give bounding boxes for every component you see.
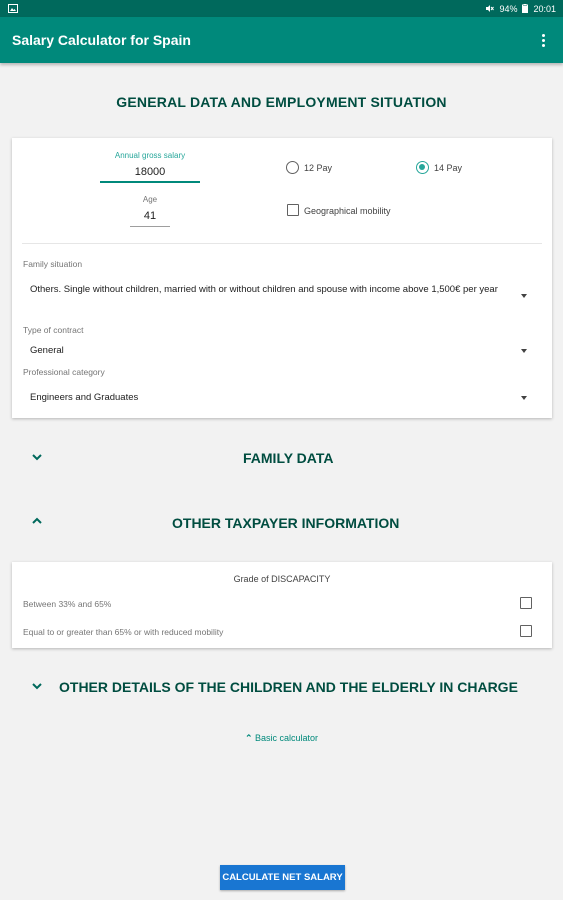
category-value: Engineers and Graduates	[30, 392, 139, 403]
basic-calculator-link[interactable]: ⌃ Basic calculator	[0, 733, 563, 744]
category-label: Professional category	[23, 367, 105, 377]
mobility-label: Geographical mobility	[304, 206, 391, 216]
basic-calculator-label: Basic calculator	[255, 733, 319, 743]
mute-icon	[485, 4, 495, 13]
age-underline	[130, 226, 170, 227]
salary-underline	[100, 181, 200, 183]
salary-input[interactable]: 18000	[100, 166, 200, 178]
general-section-title: GENERAL DATA AND EMPLOYMENT SITUATION	[116, 94, 447, 110]
card-divider	[22, 243, 542, 244]
family-situation-value: Others. Single without children, married…	[30, 284, 498, 295]
battery-icon	[522, 4, 529, 13]
family-data-title: FAMILY DATA	[243, 450, 334, 466]
disability-option-1-label: Between 33% and 65%	[23, 599, 112, 609]
pay-12-radio[interactable]	[286, 161, 299, 174]
battery-percent: 94%	[499, 3, 518, 14]
contract-value: General	[30, 345, 64, 356]
disability-card: Grade of DISCAPACITY Between 33% and 65%…	[12, 562, 552, 648]
category-dropdown-icon	[521, 396, 527, 400]
chevron-up-icon	[32, 517, 42, 524]
pay-12-label: 12 Pay	[304, 163, 333, 173]
age-input[interactable]: 41	[130, 210, 170, 222]
general-card: Annual gross salary 18000 Age 41 12 Pay …	[12, 138, 552, 418]
contract-dropdown-icon	[521, 349, 527, 353]
clock: 20:01	[533, 3, 556, 14]
chevron-up-icon: ⌃	[244, 733, 253, 743]
contract-label: Type of contract	[23, 325, 84, 335]
app-title: Salary Calculator for Spain	[12, 32, 191, 48]
pay-14-label: 14 Pay	[434, 163, 463, 173]
other-taxpayer-title: OTHER TAXPAYER INFORMATION	[172, 515, 400, 531]
children-elderly-title: OTHER DETAILS OF THE CHILDREN AND THE EL…	[59, 679, 518, 695]
gallery-notification-icon	[8, 4, 18, 13]
overflow-menu-icon[interactable]	[535, 30, 551, 50]
mobility-checkbox[interactable]	[287, 204, 299, 216]
calculate-net-salary-button[interactable]: CALCULATE NET SALARY	[220, 865, 345, 890]
disability-option-1-checkbox[interactable]	[520, 597, 532, 609]
chevron-down-icon	[32, 454, 42, 461]
disability-option-2-label: Equal to or greater than 65% or with red…	[23, 627, 224, 637]
disability-option-2-checkbox[interactable]	[520, 625, 532, 637]
chevron-down-icon	[32, 683, 42, 690]
disability-heading: Grade of DISCAPACITY	[233, 574, 331, 584]
app-bar: Salary Calculator for Spain	[0, 17, 563, 63]
status-bar: 94% 20:01	[0, 0, 563, 17]
age-label: Age	[142, 195, 158, 204]
salary-label: Annual gross salary	[114, 151, 186, 160]
family-situation-label: Family situation	[23, 259, 83, 269]
family-situation-dropdown-icon	[521, 294, 527, 298]
pay-14-radio[interactable]	[416, 161, 429, 174]
